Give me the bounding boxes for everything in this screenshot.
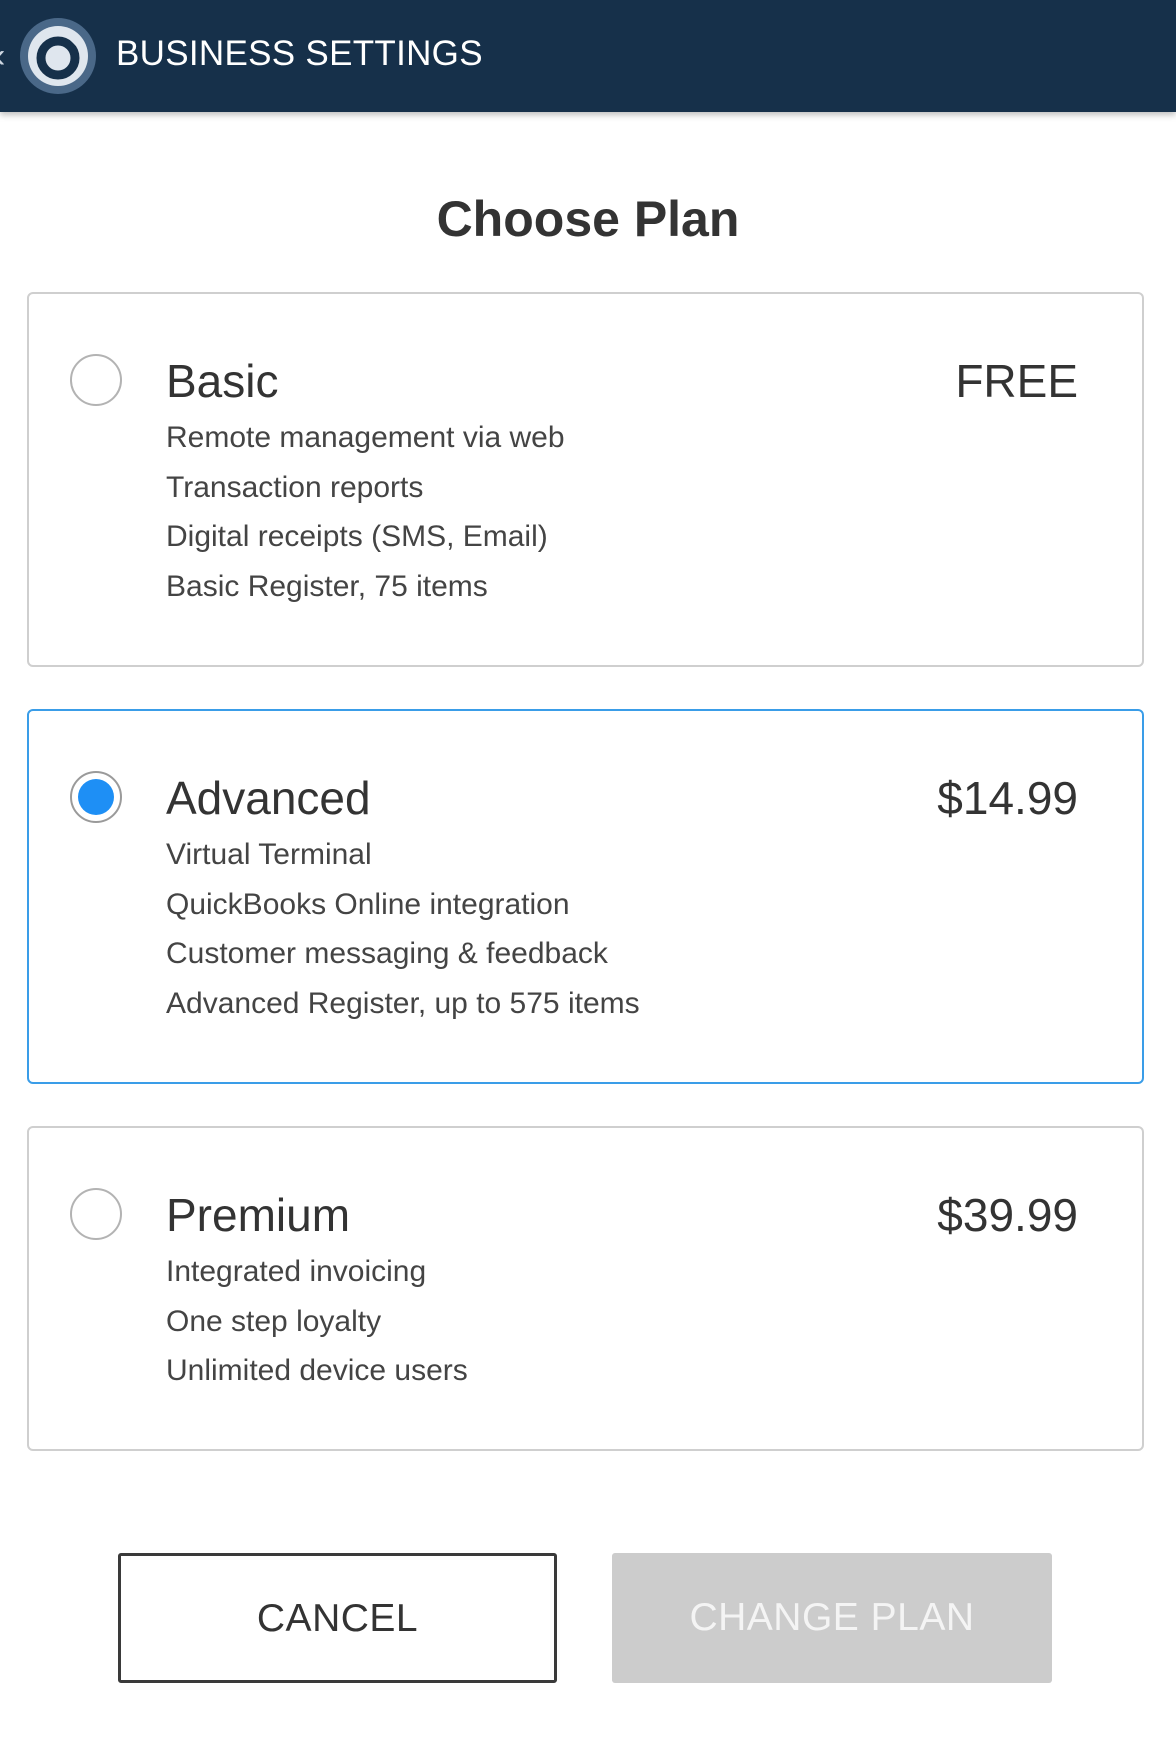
cancel-button[interactable]: CANCEL: [118, 1553, 557, 1683]
plan-card-premium[interactable]: Premium $39.99 Integrated invoicing One …: [27, 1126, 1144, 1451]
feature-item: Unlimited device users: [166, 1354, 468, 1387]
plan-price: $14.99: [937, 772, 1078, 824]
feature-item: One step loyalty: [166, 1304, 382, 1338]
plan-card-advanced[interactable]: Advanced $14.99 Virtual Terminal QuickBo…: [27, 709, 1144, 1084]
feature-item: Basic Register, 75 items: [166, 569, 488, 603]
feature-list: Virtual Terminal QuickBooks Online integ…: [166, 835, 640, 1033]
feature-item: QuickBooks Online integration: [166, 887, 570, 921]
plan-name: Basic: [166, 355, 279, 407]
radio-basic[interactable]: [70, 354, 122, 406]
feature-item: Customer messaging & feedback: [166, 937, 608, 970]
plan-name: Advanced: [166, 772, 371, 824]
plan-price: FREE: [955, 355, 1078, 407]
change-plan-button[interactable]: CHANGE PLAN: [612, 1553, 1052, 1683]
feature-item: Integrated invoicing: [166, 1255, 427, 1288]
header-title: BUSINESS SETTINGS: [116, 34, 483, 73]
plan-price: $39.99: [937, 1189, 1078, 1241]
feature-item: Transaction reports: [166, 470, 424, 504]
radio-dot: [78, 779, 114, 815]
radio-premium[interactable]: [70, 1188, 122, 1240]
plan-card-basic[interactable]: Basic FREE Remote management via web Tra…: [27, 292, 1144, 667]
plan-name: Premium: [166, 1189, 351, 1241]
feature-item: Digital receipts (SMS, Email): [166, 520, 548, 553]
feature-item: Virtual Terminal: [166, 838, 372, 871]
radio-advanced[interactable]: [70, 771, 122, 823]
feature-item: Remote management via web: [166, 421, 565, 454]
chevron-left-icon[interactable]: ‹: [0, 34, 14, 78]
feature-list: Remote management via web Transaction re…: [166, 418, 565, 616]
feature-item: Advanced Register, up to 575 items: [166, 986, 640, 1020]
app-logo-icon[interactable]: [18, 16, 98, 96]
feature-list: Integrated invoicing One step loyalty Un…: [166, 1252, 468, 1401]
app-header: ‹ BUSINESS SETTINGS: [0, 0, 1176, 112]
page-title: Choose Plan: [436, 191, 740, 247]
